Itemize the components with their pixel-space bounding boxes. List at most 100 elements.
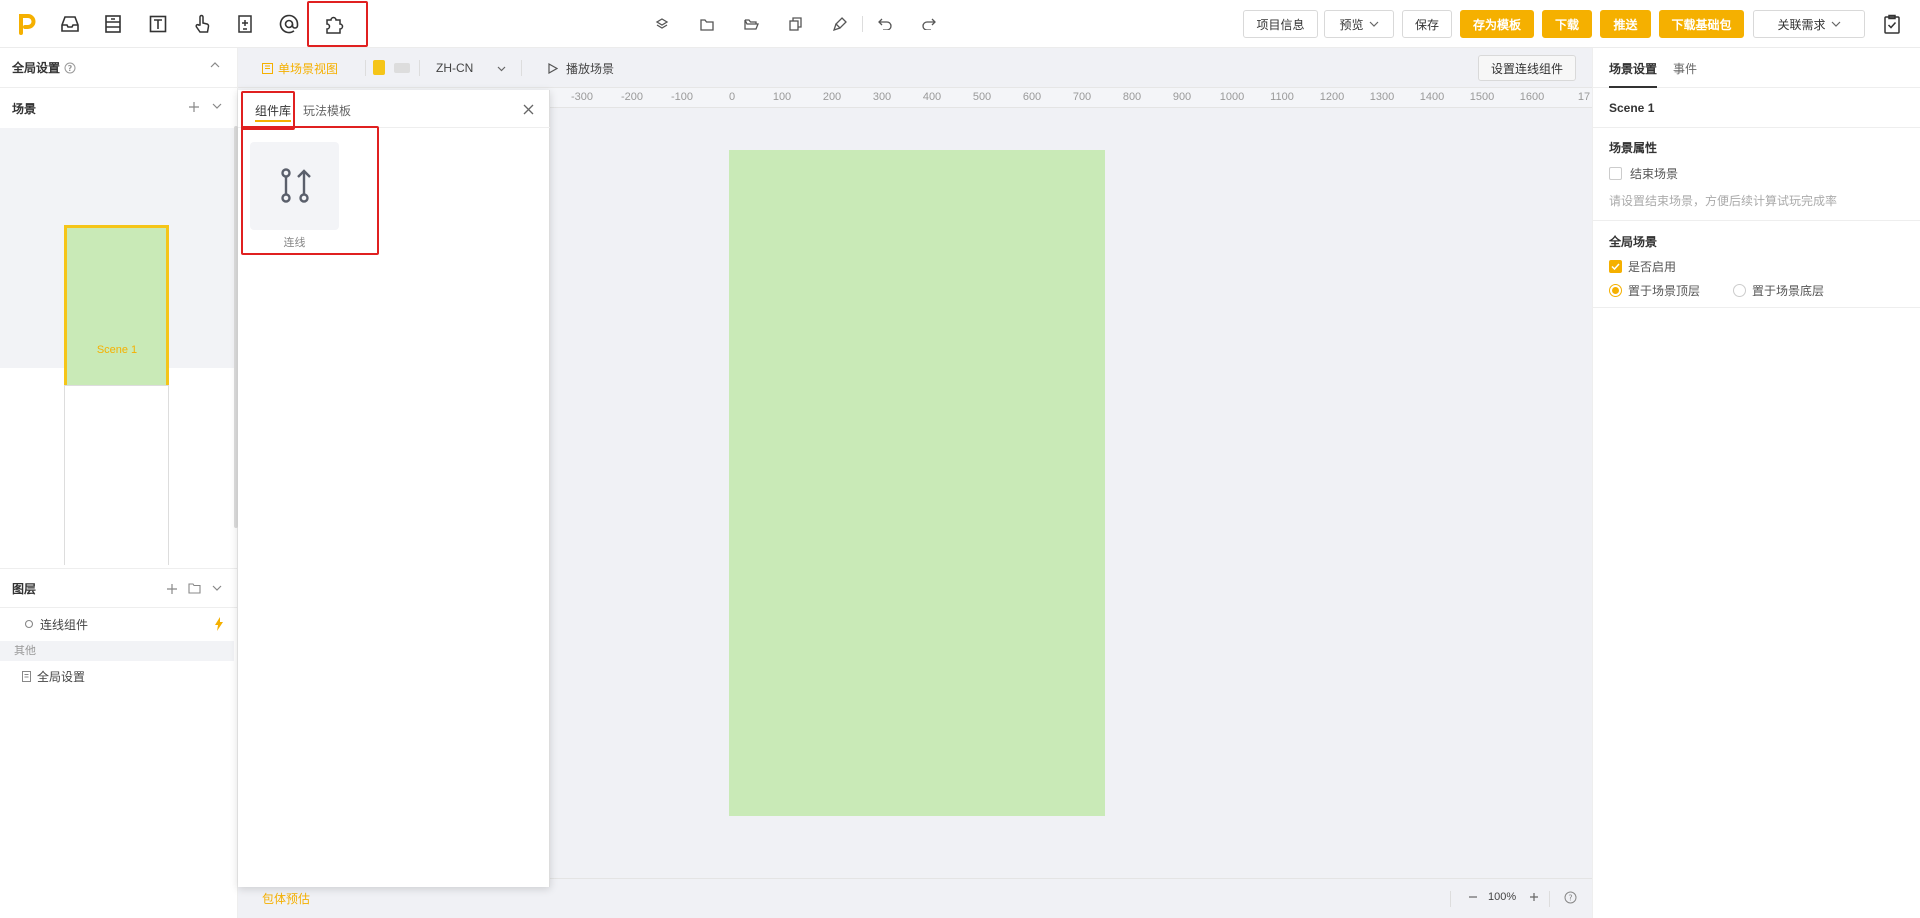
- folder-icon[interactable]: [188, 583, 201, 594]
- folder-icon[interactable]: [698, 15, 716, 33]
- radio-selected[interactable]: [1609, 284, 1622, 297]
- copy-icon[interactable]: [786, 15, 804, 33]
- scene-thumbnail-empty[interactable]: [64, 385, 169, 565]
- scene-item-selected[interactable]: [0, 128, 234, 413]
- enable-label: 是否启用: [1628, 260, 1677, 274]
- component-item-connect[interactable]: [250, 142, 339, 230]
- zoom-out-icon[interactable]: [1468, 892, 1478, 902]
- chevron-down-icon[interactable]: [497, 66, 506, 72]
- radio-bottom-layer[interactable]: 置于场景底层: [1733, 282, 1824, 299]
- layer-item-label: 连线组件: [40, 617, 89, 632]
- add-scene-icon[interactable]: [188, 101, 200, 113]
- ruler-tick-label: 1300: [1369, 91, 1395, 103]
- close-icon[interactable]: [523, 104, 534, 115]
- color-swatch-yellow[interactable]: [373, 60, 385, 75]
- folder-open-icon[interactable]: [742, 15, 760, 33]
- download-base-button[interactable]: 下载基础包: [1659, 10, 1744, 38]
- ruler-tick-label: 900: [1172, 91, 1192, 103]
- right-tabs: 场景设置 事件: [1593, 48, 1920, 88]
- layers-icon[interactable]: [653, 15, 671, 33]
- single-view-toggle[interactable]: 单场景视图: [262, 60, 338, 77]
- end-scene-hint: 请设置结束场景，方便后续计算试玩完成率: [1609, 194, 1838, 208]
- divider: [365, 60, 366, 76]
- zoom-in-icon[interactable]: [1529, 892, 1539, 902]
- play-icon: [548, 63, 558, 74]
- check-icon: [1611, 263, 1620, 270]
- component-icon[interactable]: [233, 12, 257, 36]
- radio-unselected[interactable]: [1733, 284, 1746, 297]
- component-library-popup: 组件库 玩法模板 连线: [238, 90, 550, 887]
- tab-events[interactable]: 事件: [1673, 60, 1697, 77]
- other-section-title: 其他: [0, 641, 234, 661]
- ruler-tick-label: 100: [772, 91, 792, 103]
- canvas-control-bar: 单场景视图 ZH-CN 播放场景 设置连线组件: [238, 48, 1592, 88]
- layer-item[interactable]: 连线组件: [0, 608, 234, 640]
- divider: [1549, 891, 1550, 907]
- document-icon: [22, 670, 31, 682]
- scene-name-row: Scene 1: [1593, 88, 1920, 128]
- tab-component-library[interactable]: 组件库: [255, 102, 291, 119]
- radio-top-layer[interactable]: 置于场景顶层: [1609, 282, 1700, 299]
- puzzle-icon[interactable]: [322, 12, 346, 36]
- ruler-tick-label: -200: [620, 91, 644, 103]
- ruler-tick-label: -300: [570, 91, 594, 103]
- push-button[interactable]: 推送: [1600, 10, 1651, 38]
- ruler-tick-label: 400: [922, 91, 942, 103]
- checkbox[interactable]: [1609, 167, 1622, 180]
- ruler-tick-label: -100: [670, 91, 694, 103]
- divider: [521, 60, 522, 76]
- global-settings-header[interactable]: 全局设置 ?: [0, 48, 238, 88]
- touch-icon[interactable]: [190, 12, 214, 36]
- chevron-up-icon[interactable]: [210, 62, 220, 68]
- other-item[interactable]: 全局设置: [0, 662, 234, 690]
- component-item-label: 连线: [283, 237, 306, 249]
- add-layer-icon[interactable]: [166, 583, 178, 595]
- layers-title: 图层: [12, 581, 37, 596]
- ruler-tick-label: 200: [822, 91, 842, 103]
- scene-stage[interactable]: [729, 150, 1105, 816]
- package-estimate-link[interactable]: 包体预估: [262, 890, 310, 907]
- ruler-tick-label: 1600: [1519, 91, 1545, 103]
- lightning-icon[interactable]: [214, 617, 224, 631]
- brush-icon[interactable]: [831, 15, 849, 33]
- divider: [1593, 220, 1920, 221]
- clipboard-check-icon[interactable]: [1880, 12, 1904, 36]
- scenes-header: 场景: [0, 88, 238, 128]
- logo-icon[interactable]: [15, 12, 39, 36]
- tab-templates[interactable]: 玩法模板: [303, 102, 351, 119]
- link-requirement-button[interactable]: 关联需求: [1753, 10, 1865, 38]
- play-scene-label: 播放场景: [566, 62, 615, 76]
- svg-text:?: ?: [1568, 894, 1572, 903]
- inbox-icon[interactable]: [58, 12, 82, 36]
- ruler-tick-label: 1100: [1270, 91, 1294, 103]
- layout-icon[interactable]: [101, 12, 125, 36]
- scene-label: Scene 1: [96, 344, 138, 356]
- color-swatch-gray[interactable]: [394, 63, 410, 73]
- layers-header: 图层: [0, 568, 238, 608]
- enable-checkbox[interactable]: 是否启用: [1609, 258, 1676, 275]
- play-scene-button[interactable]: 播放场景: [548, 60, 614, 77]
- redo-icon[interactable]: [920, 15, 938, 33]
- save-button[interactable]: 保存: [1402, 10, 1452, 38]
- help-icon[interactable]: ?: [1564, 891, 1577, 904]
- set-connect-component-button[interactable]: 设置连线组件: [1478, 55, 1576, 81]
- end-scene-checkbox[interactable]: 结束场景: [1609, 165, 1678, 182]
- undo-icon[interactable]: [876, 15, 894, 33]
- bottom-layer-label: 置于场景底层: [1752, 284, 1825, 298]
- help-icon[interactable]: ?: [64, 62, 76, 74]
- save-template-button[interactable]: 存为模板: [1460, 10, 1534, 38]
- at-icon[interactable]: [277, 12, 301, 36]
- chevron-down-icon[interactable]: [212, 103, 222, 109]
- global-scene-title: 全局场景: [1609, 235, 1658, 249]
- right-panel: 场景设置 事件 Scene 1 场景属性 结束场景 请设置结束场景，方便后续计算…: [1592, 48, 1920, 918]
- download-button[interactable]: 下载: [1542, 10, 1592, 38]
- chevron-down-icon: [1831, 21, 1840, 27]
- tab-scene-settings[interactable]: 场景设置: [1609, 60, 1657, 77]
- checkbox-checked[interactable]: [1609, 260, 1622, 273]
- project-info-button[interactable]: 项目信息: [1243, 10, 1318, 38]
- chevron-down-icon[interactable]: [212, 585, 222, 591]
- text-icon[interactable]: [146, 12, 170, 36]
- ruler-tick-label: 1200: [1319, 91, 1345, 103]
- preview-button[interactable]: 预览: [1324, 10, 1394, 38]
- top-layer-label: 置于场景顶层: [1628, 284, 1701, 298]
